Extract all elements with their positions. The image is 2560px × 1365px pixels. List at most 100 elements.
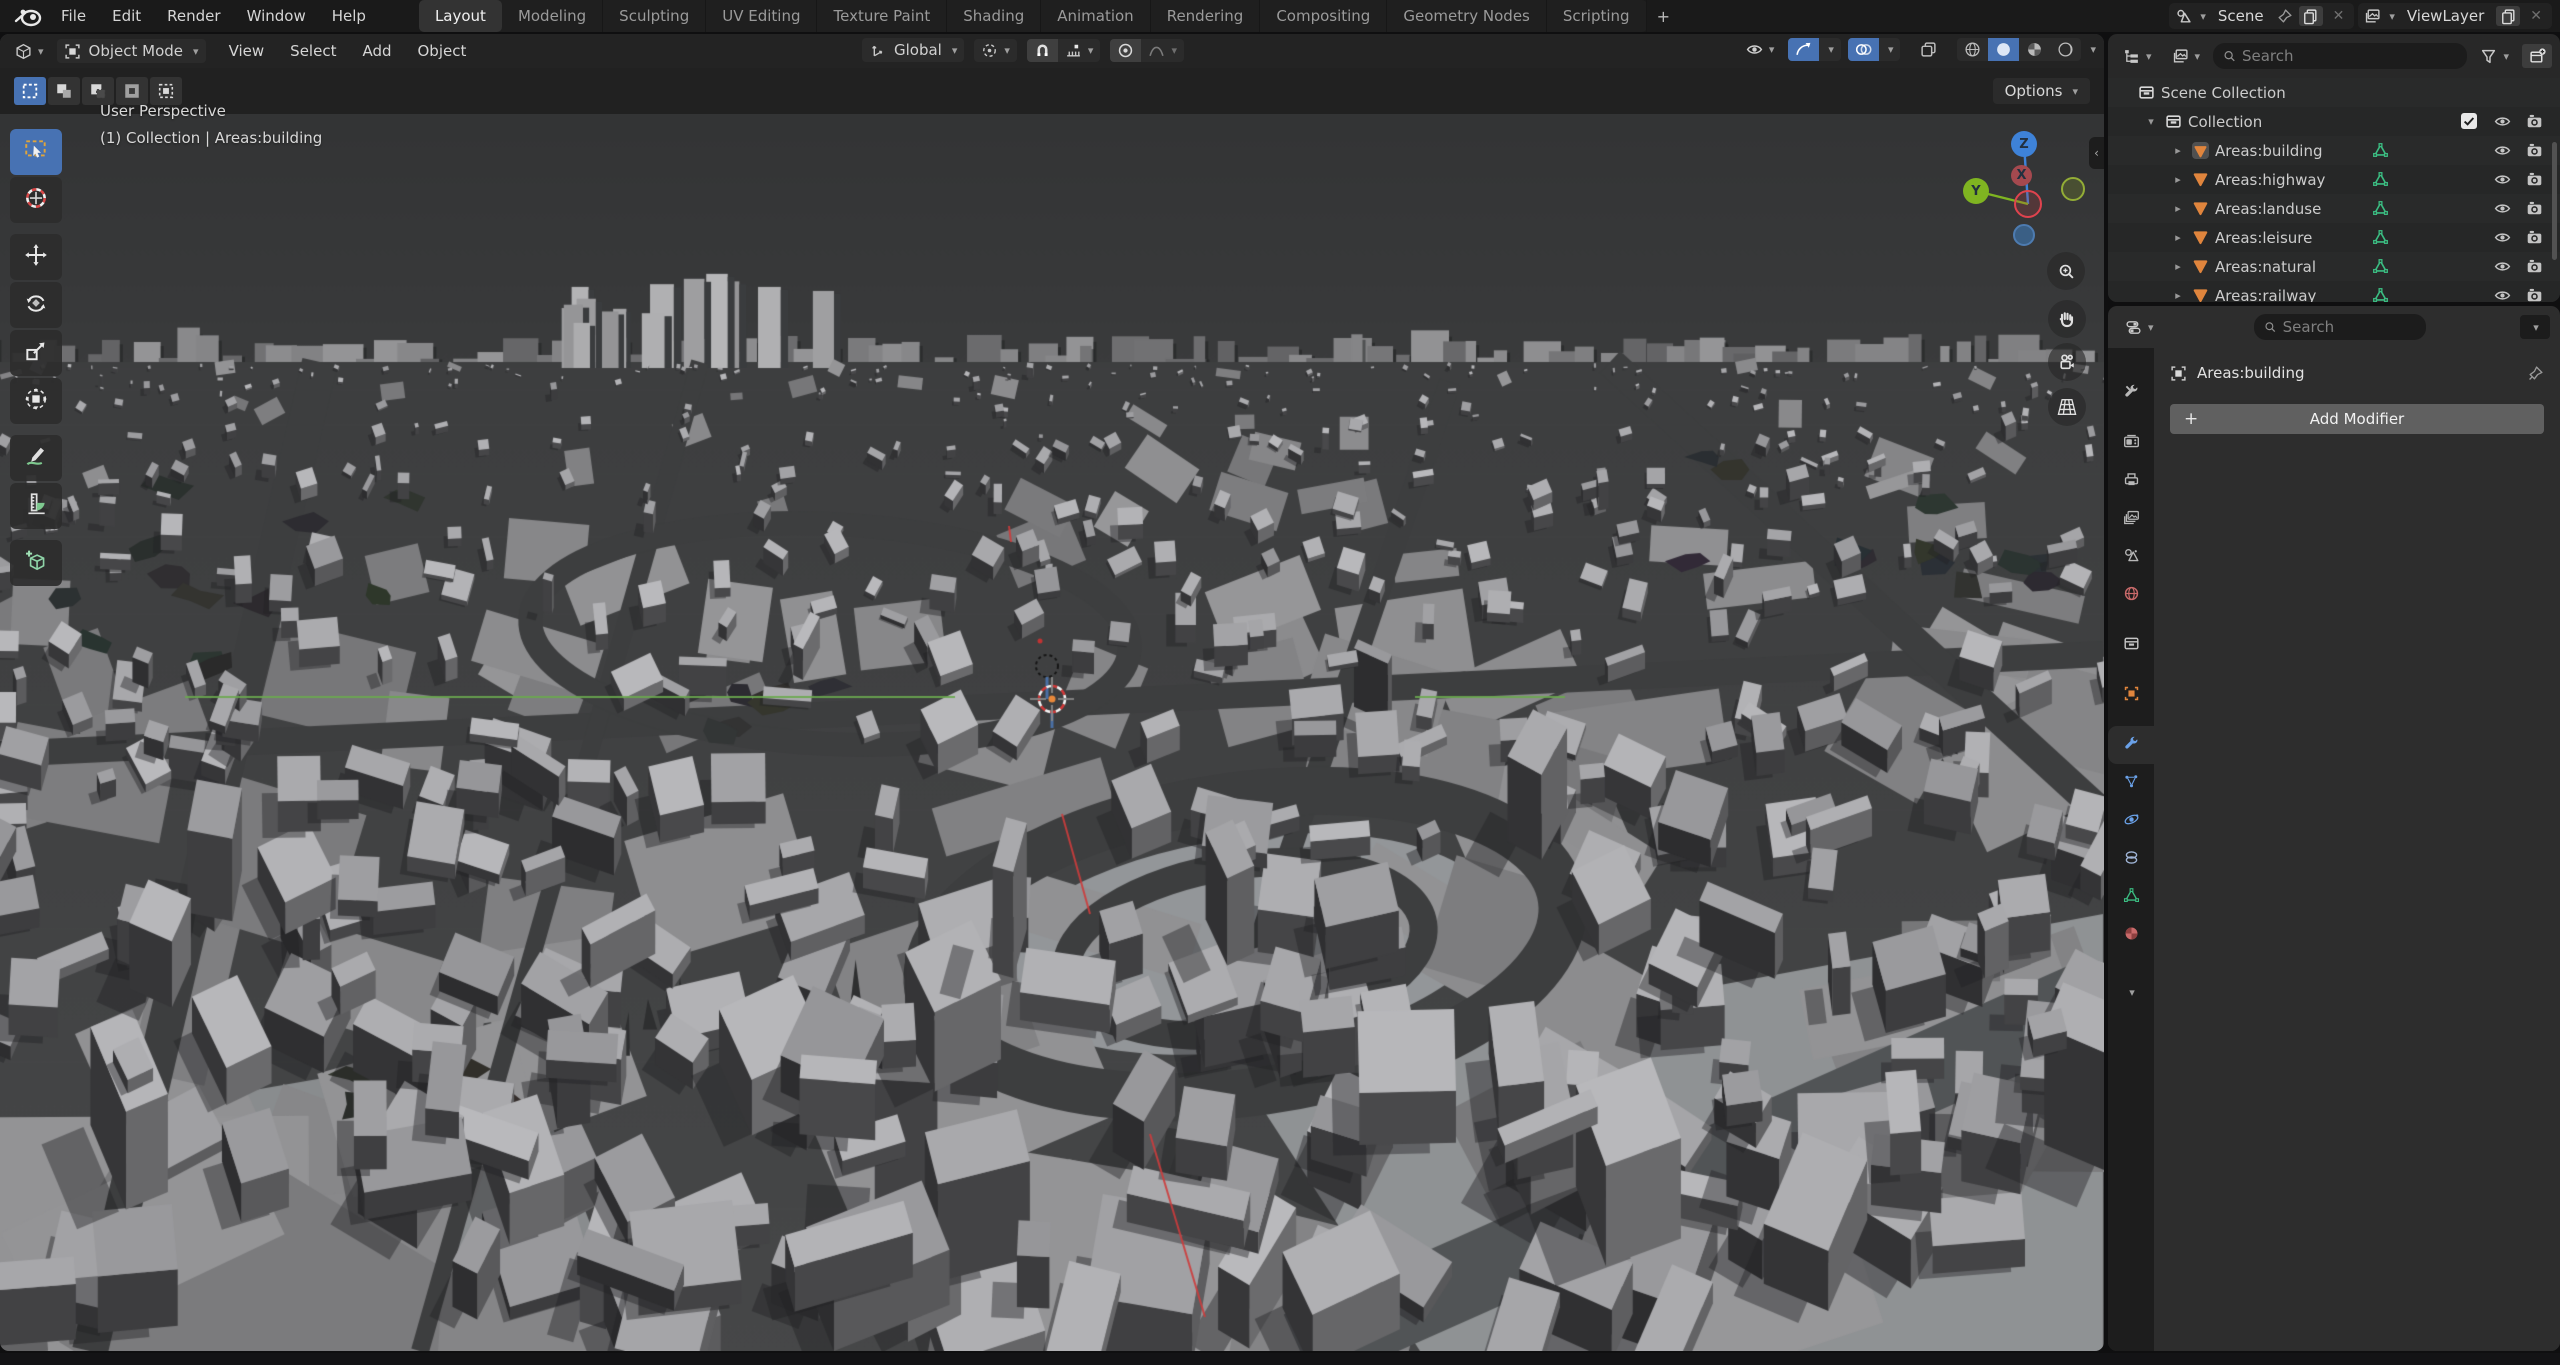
shading-rendered-button[interactable] [2050,38,2081,61]
pin-icon[interactable] [2527,365,2544,382]
menu-file[interactable]: File [48,4,99,28]
props-tab-material[interactable] [2108,916,2154,954]
outliner-search-input[interactable] [2242,47,2458,65]
tool-annotate-button[interactable] [10,435,62,481]
disable-in-renders-camera-icon[interactable] [2526,200,2543,217]
workspace-tab-rendering[interactable]: Rendering [1151,0,1261,32]
outliner-display-mode-button[interactable]: ▾ [2165,45,2208,68]
view-layer-selector[interactable]: ▾ ViewLayer ✕ [2358,3,2552,29]
hide-in-viewport-eye-icon[interactable] [2494,142,2511,159]
gizmo-axis-y[interactable]: Y [1963,178,1989,204]
hide-in-viewport-eye-icon[interactable] [2494,171,2511,188]
gizmos-toggle[interactable] [1788,38,1819,61]
sidebar-collapse-arrow[interactable]: ‹ [2089,137,2104,169]
navigation-gizmo[interactable]: Z X Y [1930,114,2090,254]
pin-icon[interactable] [2276,8,2293,25]
select-mode-extend-button[interactable] [48,77,80,105]
editor-type-button[interactable]: ▾ [8,40,51,63]
outliner-search[interactable] [2213,43,2467,69]
add-modifier-button[interactable]: + Add Modifier [2170,404,2544,434]
props-tab-particles[interactable] [2108,764,2154,802]
disable-in-renders-camera-icon[interactable] [2526,258,2543,275]
props-tab-render[interactable] [2108,424,2154,462]
workspace-tab-texture-paint[interactable]: Texture Paint [817,0,947,32]
menu-edit[interactable]: Edit [99,4,154,28]
pan-button[interactable] [2048,300,2086,338]
workspace-tab-compositing[interactable]: Compositing [1260,0,1387,32]
properties-options-button[interactable]: ▾ [2520,315,2550,339]
gizmo-axis-x-neg[interactable] [2014,190,2042,218]
viewport-menu-add[interactable]: Add [349,39,404,63]
hide-in-viewport-eye-icon[interactable] [2494,229,2511,246]
viewport-menu-select[interactable]: Select [277,39,349,63]
remove-view-layer-icon[interactable]: ✕ [2526,8,2546,24]
hide-in-viewport-eye-icon[interactable] [2494,258,2511,275]
disable-in-renders-camera-icon[interactable] [2526,142,2543,159]
pivot-point-dropdown[interactable]: ▾ [974,39,1017,62]
expander-icon[interactable]: ▾ [2143,115,2159,128]
scene-selector[interactable]: ▾ Scene ✕ [2169,3,2354,29]
new-scene-button[interactable] [2299,6,2323,26]
snap-settings-dropdown[interactable]: ▾ [1058,39,1101,62]
props-tab-object[interactable] [2108,676,2154,714]
gizmo-axis-z[interactable]: Z [2011,131,2037,157]
unlink-scene-icon[interactable]: ✕ [2329,8,2349,24]
snap-toggle[interactable] [1027,39,1058,62]
3d-viewport-canvas[interactable] [0,114,2104,1351]
outliner-row[interactable]: ▸Areas:leisure [2108,223,2560,252]
properties-search[interactable] [2254,314,2426,340]
expander-icon[interactable]: ▸ [2170,289,2186,302]
gizmo-axis-z-neg[interactable] [2013,224,2035,246]
disable-in-renders-camera-icon[interactable] [2526,287,2543,302]
tool-cursor-button[interactable] [10,177,62,223]
hide-in-viewport-eye-icon[interactable] [2494,200,2511,217]
workspace-tab-uv-editing[interactable]: UV Editing [706,0,817,32]
shading-material-button[interactable] [2019,38,2050,61]
camera-view-button[interactable] [2048,343,2086,381]
workspace-tab-scripting[interactable]: Scripting [1547,0,1647,32]
props-tab-scene[interactable] [2108,538,2154,576]
orthographic-toggle-button[interactable] [2048,388,2086,426]
new-collection-button[interactable] [2522,44,2552,68]
viewport-menu-object[interactable]: Object [405,39,480,63]
properties-search-input[interactable] [2283,318,2417,336]
props-tab-viewlayer[interactable] [2108,500,2154,538]
hide-in-viewport-eye-icon[interactable] [2494,287,2511,302]
disable-in-renders-camera-icon[interactable] [2526,113,2543,130]
workspace-tab-sculpting[interactable]: Sculpting [603,0,706,32]
select-mode-set-button[interactable] [14,77,46,105]
xray-toggle[interactable] [1913,38,1944,61]
transform-orientation-dropdown[interactable]: Global ▾ [862,38,964,62]
proportional-editing-toggle[interactable] [1110,39,1141,62]
tool-add-cube-button[interactable] [10,540,62,586]
expander-icon[interactable]: ▸ [2170,173,2186,186]
disable-in-renders-camera-icon[interactable] [2526,229,2543,246]
shading-dropdown[interactable]: ▾ [2090,43,2096,56]
mode-dropdown[interactable]: Object Mode ▾ [57,39,206,63]
outliner-row[interactable]: ▸Areas:highway [2108,165,2560,194]
outliner-row[interactable]: ▸Areas:building [2108,136,2560,165]
properties-editor-type-button[interactable]: ▾ [2118,316,2161,339]
props-tab-physics[interactable] [2108,802,2154,840]
new-view-layer-button[interactable] [2496,6,2520,26]
outliner-row[interactable]: ▾Collection [2108,107,2560,136]
expander-icon[interactable]: ▸ [2170,231,2186,244]
tool-rotate-button[interactable] [10,282,62,328]
props-tab-constraints[interactable] [2108,840,2154,878]
props-tab-tool[interactable] [2108,374,2154,412]
props-tabs-overflow[interactable]: ▾ [2108,973,2154,1011]
outliner-scrollbar[interactable] [2552,142,2557,260]
tool-transform-button[interactable] [10,378,62,424]
zoom-button[interactable] [2047,252,2085,290]
menu-help[interactable]: Help [319,4,379,28]
tool-select-box-button[interactable] [10,129,62,175]
outliner-row[interactable]: ▸Areas:railway [2108,281,2560,302]
shading-wireframe-button[interactable] [1957,38,1988,61]
props-tab-output[interactable] [2108,462,2154,500]
workspace-tab-layout[interactable]: Layout [419,0,502,32]
props-tab-data[interactable] [2108,878,2154,916]
outliner-row[interactable]: Scene Collection [2108,78,2560,107]
viewport-menu-view[interactable]: View [216,39,278,63]
outliner-filter-button[interactable]: ▾ [2473,45,2516,68]
props-tab-modifier[interactable] [2108,726,2154,764]
